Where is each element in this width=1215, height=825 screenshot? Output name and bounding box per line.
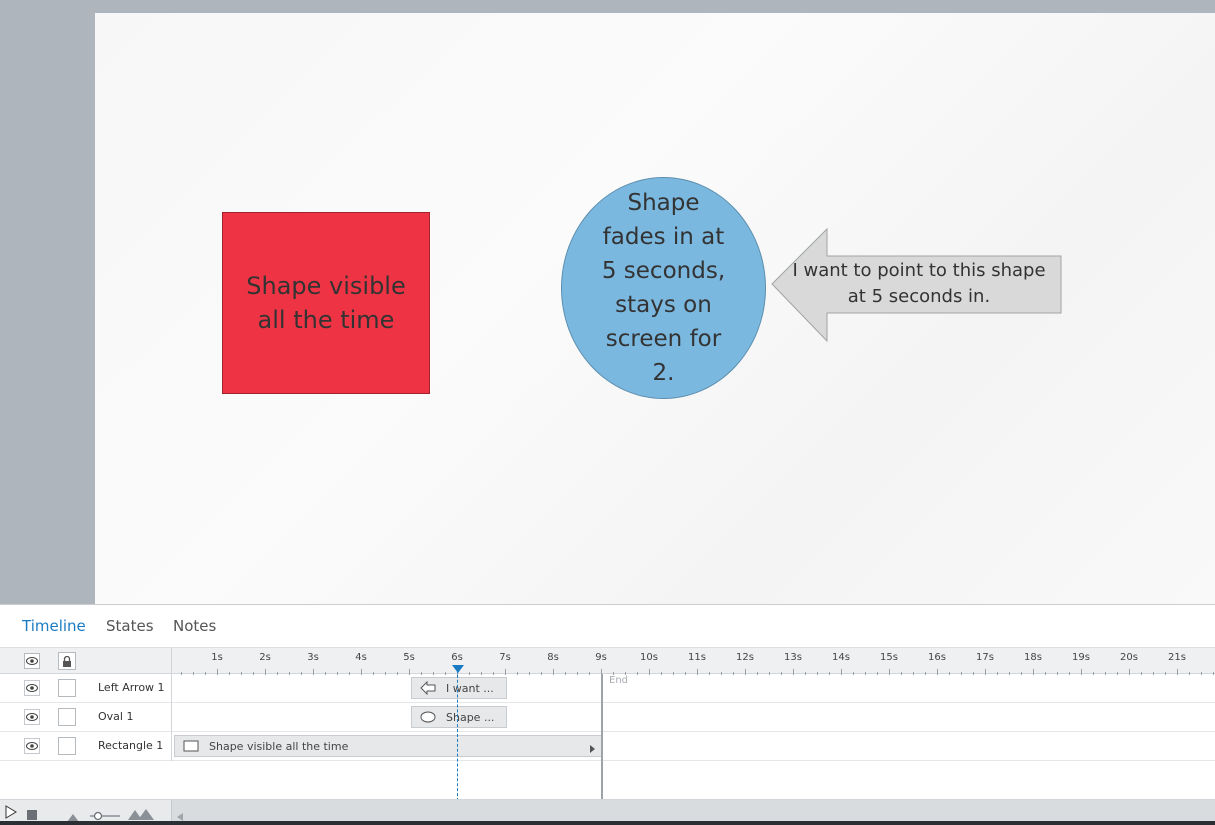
ruler-tick-label: 11s [688, 652, 706, 663]
left-arrow-shape[interactable]: I want to point to this shape at 5 secon… [771, 228, 1062, 342]
ruler-tick-label: 20s [1120, 652, 1138, 663]
ruler-tick-label: 19s [1072, 652, 1090, 663]
layer-name[interactable]: Rectangle 1 [98, 739, 163, 752]
time-ruler[interactable]: 1s 2s 3s 4s 5s 6s 7s 8s 9s 10s 11s 12s 13s 14s 15s 16s 1… [171, 648, 1215, 675]
show-all-eye-icon[interactable] [24, 653, 40, 669]
tab-timeline[interactable]: Timeline [22, 617, 86, 635]
left-arrow-icon [420, 681, 436, 695]
arrow-text: I want to point to this shape at 5 secon… [792, 260, 1046, 307]
ruler-tick-label: 12s [736, 652, 754, 663]
timeline-end-label: End [609, 675, 629, 686]
ruler-tick-label: 15s [880, 652, 898, 663]
ruler-tick-label: 14s [832, 652, 850, 663]
ruler-tick-label: 10s [640, 652, 658, 663]
ruler-tick-label: 7s [499, 652, 511, 663]
lock-checkbox[interactable] [58, 708, 76, 726]
playhead-handle[interactable] [452, 665, 464, 673]
ruler-tick-label: 2s [259, 652, 271, 663]
layer-row[interactable]: Oval 1 Shape ... [0, 703, 1215, 732]
ruler-tick-label: 8s [547, 652, 559, 663]
timeline-clip[interactable]: Shape ... [411, 706, 507, 728]
timeline-footer [0, 799, 1215, 822]
oval-icon [420, 711, 436, 723]
visibility-eye-icon[interactable] [24, 709, 40, 725]
timeline-header: 1s 2s 3s 4s 5s 6s 7s 8s 9s 10s 11s 12s 13s 14s 15s 16s 1… [0, 647, 1215, 675]
timeline-clip[interactable]: Shape visible all the time [174, 735, 602, 757]
ruler-tick-label: 21s [1168, 652, 1186, 663]
panel-tabs: Timeline States Notes [0, 605, 1215, 647]
stage-workspace: Shape visible all the time Shape fades i… [0, 0, 1215, 604]
ruler-tick-label: 1s [211, 652, 223, 663]
bottom-edge-bar [0, 821, 1215, 825]
clip-label: Shape visible all the time [209, 739, 349, 753]
playhead-line[interactable] [457, 665, 458, 801]
rectangle-icon [183, 740, 199, 752]
timeline-scrollbar[interactable] [171, 800, 1215, 822]
ruler-tick-label: 6s [451, 652, 463, 663]
clip-label: Shape ... [446, 710, 495, 724]
timeline-end-marker[interactable] [601, 674, 603, 799]
oval-text: Shape fades in at 5 seconds, stays on sc… [601, 190, 726, 386]
ruler-tick-label: 16s [928, 652, 946, 663]
ruler-tick-label: 13s [784, 652, 802, 663]
lock-checkbox[interactable] [58, 737, 76, 755]
lock-checkbox[interactable] [58, 679, 76, 697]
oval-shape[interactable]: Shape fades in at 5 seconds, stays on sc… [561, 177, 766, 399]
layer-name[interactable]: Left Arrow 1 [98, 681, 165, 694]
ruler-tick-label: 5s [403, 652, 415, 663]
ruler-tick-label: 3s [307, 652, 319, 663]
slide-canvas[interactable]: Shape visible all the time Shape fades i… [95, 13, 1215, 604]
lock-all-icon[interactable] [58, 652, 76, 670]
visibility-eye-icon[interactable] [24, 680, 40, 696]
tab-states[interactable]: States [106, 617, 154, 635]
layer-row[interactable]: Rectangle 1 Shape visible all the time [0, 732, 1215, 761]
timeline-panel: Timeline States Notes 1s 2s 3s 4s 5s 6s 7s 8s 9s… [0, 604, 1215, 825]
expand-arrow-icon[interactable] [590, 743, 595, 756]
ruler-tick-label: 4s [355, 652, 367, 663]
clip-label: I want ... [446, 681, 494, 695]
rectangle-shape[interactable]: Shape visible all the time [222, 212, 430, 394]
tab-notes[interactable]: Notes [173, 617, 216, 635]
layer-row[interactable]: Left Arrow 1 I want ... [0, 674, 1215, 703]
visibility-eye-icon[interactable] [24, 738, 40, 754]
layer-track: Shape visible all the time [171, 732, 1215, 761]
layer-track: Shape ... [171, 703, 1215, 732]
layer-name[interactable]: Oval 1 [98, 710, 133, 723]
layer-track: I want ... [171, 674, 1215, 703]
ruler-tick-label: 18s [1024, 652, 1042, 663]
ruler-tick-label: 17s [976, 652, 994, 663]
timeline-clip[interactable]: I want ... [411, 677, 507, 699]
rectangle-text: Shape visible all the time [246, 272, 406, 334]
ruler-tick-label: 9s [595, 652, 607, 663]
